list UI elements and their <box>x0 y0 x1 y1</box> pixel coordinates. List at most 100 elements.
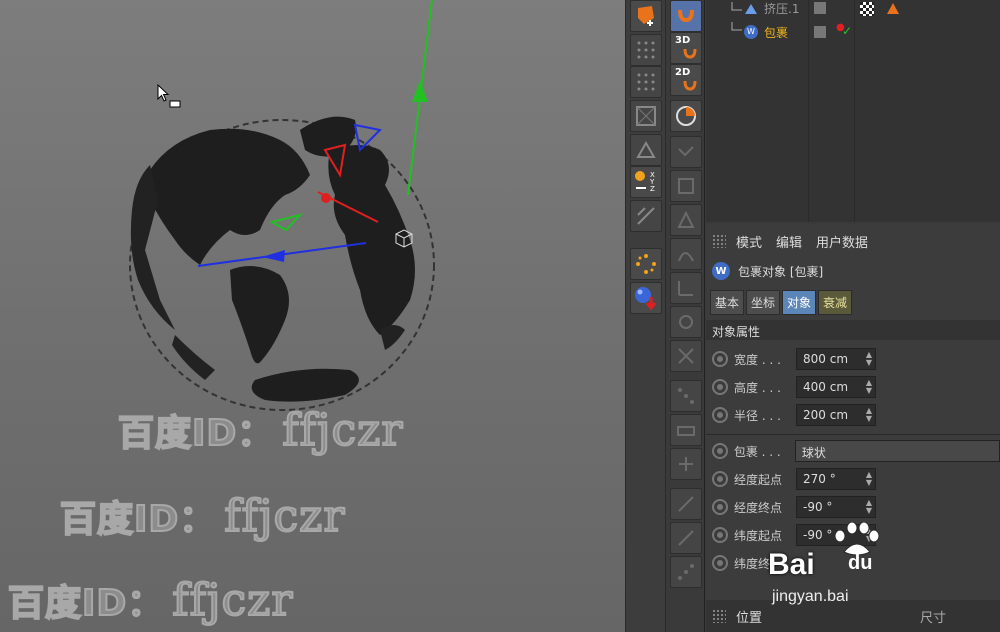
grid-button-2[interactable] <box>630 66 662 98</box>
snap-2d-button[interactable]: 2D <box>670 64 702 96</box>
magnet-icon <box>678 9 694 23</box>
watermark-cn: 百度ID： <box>117 412 275 455</box>
object-name[interactable]: 挤压.1 <box>764 0 799 17</box>
animate-radio[interactable] <box>712 379 728 395</box>
world-axis-button[interactable]: X Y Z <box>630 166 662 198</box>
snap-dots-icon <box>678 564 694 580</box>
snap-icon <box>636 140 656 158</box>
animate-radio[interactable] <box>712 555 728 571</box>
lon-end-field[interactable]: -90 ° ▲ ▼ <box>796 496 876 518</box>
scatter-button[interactable] <box>630 248 662 280</box>
object-row-wrap[interactable]: W 包裹 ● ✓ <box>706 22 1000 42</box>
globe-mesh[interactable] <box>129 116 435 411</box>
object-name[interactable]: 包裹 <box>764 24 788 41</box>
snap-button[interactable] <box>630 134 662 166</box>
wrap-deformer-icon: W <box>744 25 758 39</box>
snap-option-7[interactable] <box>670 340 702 372</box>
wrap-mode-dropdown[interactable]: 球状 <box>794 440 1000 462</box>
animate-radio[interactable] <box>712 499 728 515</box>
watermark-id: ffjczr <box>171 574 294 627</box>
width-field[interactable]: 800 cm ▲ ▼ <box>796 348 876 370</box>
magnet-icon <box>683 48 697 59</box>
radius-field[interactable]: 200 cm ▲ ▼ <box>796 404 876 426</box>
snap-line-icon <box>678 496 694 512</box>
animate-radio[interactable] <box>712 443 728 459</box>
object-row-extrude[interactable]: 挤压.1 <box>706 0 1000 20</box>
object-create-button[interactable] <box>630 0 662 32</box>
prop-label: 经度终点 <box>734 500 783 515</box>
snap-3d-button[interactable]: 3D <box>670 32 702 64</box>
snap-edge-icon <box>678 178 694 194</box>
snap-option-11[interactable] <box>670 488 702 520</box>
dot-grid-icon <box>637 41 655 59</box>
visibility-toggle[interactable] <box>814 2 826 14</box>
baidu-logo: Bai du jingyan.bai <box>768 522 908 612</box>
animate-radio[interactable] <box>712 471 728 487</box>
material-tag-icon[interactable] <box>860 2 874 16</box>
snap-guide-icon <box>679 457 693 471</box>
tag-triangle-icon[interactable] <box>886 1 900 15</box>
snap-option-2[interactable] <box>670 170 702 202</box>
snap-spline-icon <box>678 252 694 262</box>
visibility-toggle[interactable] <box>814 26 826 38</box>
pie-icon <box>676 106 696 126</box>
lon-start-field[interactable]: 270 ° ▲ ▼ <box>796 468 876 490</box>
3d-viewport[interactable]: 百度ID： ffjczr 百度ID： ffjczr 百度ID： ffjczr <box>0 0 625 632</box>
quantize-button[interactable] <box>670 100 702 132</box>
height-field[interactable]: 400 cm ▲ ▼ <box>796 376 876 398</box>
snap-option-8[interactable] <box>670 380 702 412</box>
snap-option-3[interactable] <box>670 204 702 236</box>
watermark-1: 百度ID： ffjczr <box>117 404 403 457</box>
menu-edit[interactable]: 编辑 <box>776 232 802 251</box>
tool-palette-right: 3D 2D <box>665 0 705 632</box>
snap-option-6[interactable] <box>670 306 702 338</box>
prop-height: 高度 . . . 400 cm ▲ ▼ <box>706 374 1000 400</box>
snap-option-12[interactable] <box>670 522 702 554</box>
animate-radio[interactable] <box>712 527 728 543</box>
grip-icon[interactable] <box>712 609 726 623</box>
snap-option-4[interactable] <box>670 238 702 270</box>
magnet-icon <box>683 80 697 91</box>
render-button[interactable] <box>630 282 662 314</box>
menu-mode[interactable]: 模式 <box>736 232 762 251</box>
snap-option-1[interactable] <box>670 136 702 168</box>
object-title: W 包裹对象 [包裹] <box>712 262 823 280</box>
attribute-tabs: 基本 坐标 对象 衰减 <box>710 290 854 315</box>
tree-line-icon <box>731 2 742 11</box>
snap-line-icon <box>678 530 694 546</box>
snap-option-13[interactable] <box>670 556 702 588</box>
enabled-check-icon[interactable]: ✓ <box>842 24 852 38</box>
wrap-deformer-icon: W <box>712 262 730 280</box>
snap-option-9[interactable] <box>670 414 702 446</box>
snap-axis-icon <box>678 281 693 296</box>
watermark-cn: 百度ID： <box>7 582 165 625</box>
tool-palette-left: X Y Z <box>625 0 665 632</box>
grip-icon[interactable] <box>712 234 726 248</box>
magnet-button[interactable] <box>670 0 702 32</box>
tab-basic[interactable]: 基本 <box>710 290 745 315</box>
snap-dots-icon <box>678 388 694 404</box>
object-manager[interactable]: 挤压.1 W 包裹 ● ✓ <box>706 0 1000 222</box>
animate-radio[interactable] <box>712 351 728 367</box>
coordinate-button[interactable] <box>630 200 662 232</box>
prop-lon-end: 经度终点 -90 ° ▲ ▼ <box>706 494 1000 520</box>
position-label: 位置 <box>736 610 763 626</box>
menu-user-data[interactable]: 用户数据 <box>816 232 868 251</box>
baidu-logo-text: Bai <box>768 548 815 581</box>
snap-option-10[interactable] <box>670 448 702 480</box>
prop-label: 宽度 . . . <box>734 352 781 367</box>
snap-option-5[interactable] <box>670 272 702 304</box>
svg-text:Z: Z <box>650 185 655 193</box>
texture-button[interactable] <box>630 100 662 132</box>
prop-label: 半径 . . . <box>734 408 781 423</box>
animate-radio[interactable] <box>712 407 728 423</box>
tab-object[interactable]: 对象 <box>782 290 817 315</box>
tree-line-icon <box>731 22 742 31</box>
grid-button-1[interactable] <box>630 34 662 66</box>
prop-lon-start: 经度起点 270 ° ▲ ▼ <box>706 466 1000 492</box>
object-title-text: 包裹对象 [包裹] <box>738 264 824 279</box>
snap-midpoint-icon <box>679 315 693 329</box>
tab-falloff[interactable]: 衰减 <box>818 290 853 315</box>
jingyan-site-text: jingyan.bai <box>772 588 849 605</box>
tab-coord[interactable]: 坐标 <box>746 290 781 315</box>
